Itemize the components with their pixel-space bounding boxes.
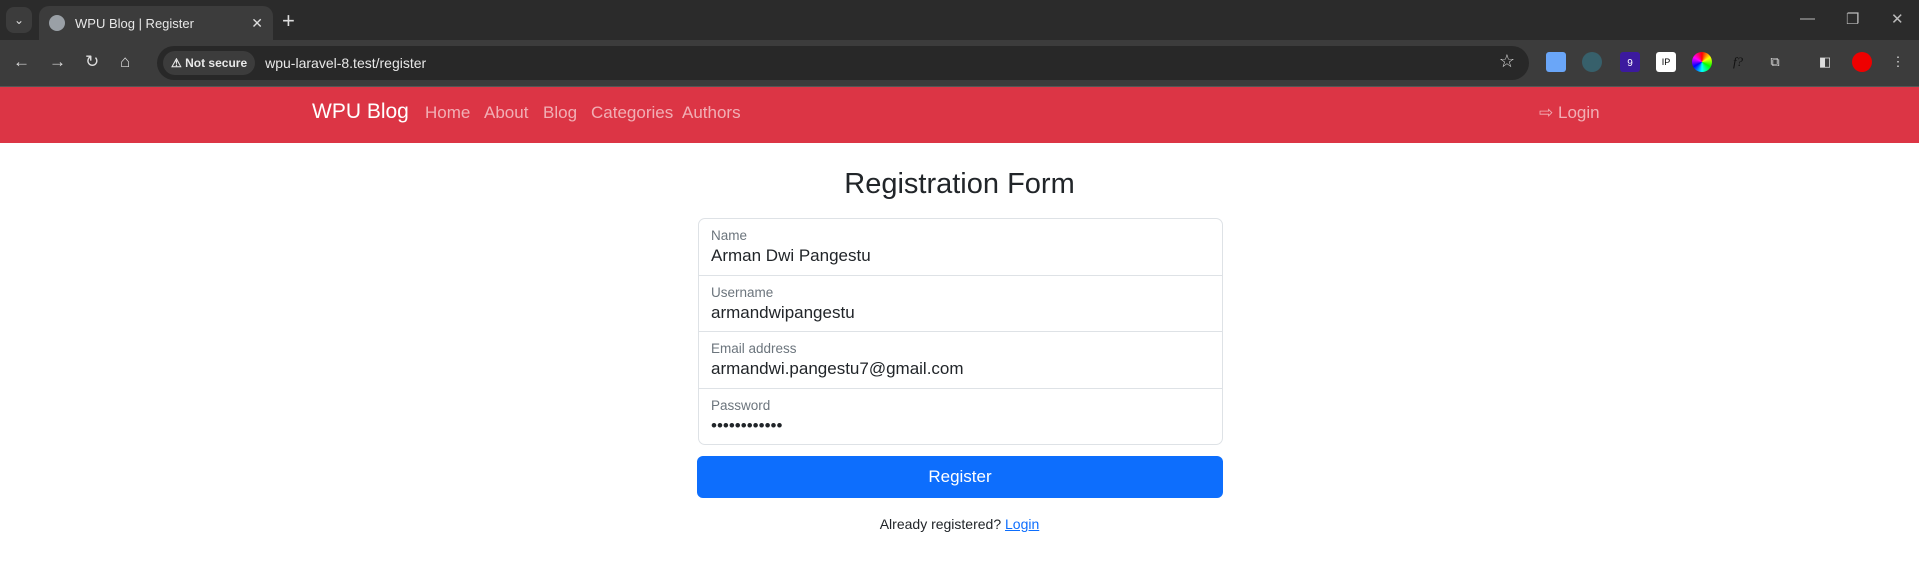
nav-home[interactable]: Home — [425, 103, 470, 123]
name-field[interactable]: Name Arman Dwi Pangestu — [699, 219, 1222, 276]
profile-avatar[interactable] — [1852, 52, 1872, 72]
password-input[interactable]: •••••••••••• — [711, 416, 1210, 436]
reload-icon[interactable]: ↻ — [85, 52, 99, 72]
login-prompt: Already registered? Login — [0, 516, 1919, 532]
login-link[interactable]: Login — [1005, 516, 1039, 532]
email-label: Email address — [711, 341, 797, 356]
security-label: Not secure — [185, 56, 248, 70]
browser-tab[interactable]: WPU Blog | Register ✕ — [39, 6, 273, 40]
close-tab-icon[interactable]: ✕ — [251, 15, 263, 32]
extension-color-wheel-icon[interactable] — [1692, 52, 1712, 72]
home-icon[interactable]: ⌂ — [120, 52, 130, 72]
name-label: Name — [711, 228, 748, 243]
username-field[interactable]: Username armandwipangestu — [699, 276, 1222, 332]
page-title: Registration Form — [844, 168, 1075, 200]
nav-categories[interactable]: Categories — [591, 103, 673, 123]
login-prompt-text: Already registered? — [879, 516, 1002, 532]
extension-ip-icon[interactable]: IP — [1656, 52, 1676, 72]
forward-icon[interactable]: → — [49, 52, 66, 72]
login-arrow-icon: ⇨ — [1539, 103, 1554, 122]
registration-form: Name Arman Dwi Pangestu Username armandwip… — [698, 218, 1223, 445]
extension-font-icon[interactable]: f? — [1728, 52, 1748, 72]
email-input[interactable]: armandwi.pangestu7@gmail.com — [711, 359, 1210, 379]
nav-authors[interactable]: Authors — [682, 103, 741, 123]
browser-toolbar: ← → ↻ ⌂ ⚠ Not secure wpu-laravel-8.test/… — [0, 40, 1919, 87]
extension-copy-icon[interactable] — [1546, 52, 1566, 72]
tab-search-chevron-icon[interactable]: ⌄ — [6, 7, 32, 33]
url-text[interactable]: wpu-laravel-8.test/register — [265, 55, 426, 71]
nav-about[interactable]: About — [484, 103, 528, 123]
close-window-icon[interactable]: ✕ — [1891, 10, 1904, 28]
side-panel-icon[interactable]: ◧ — [1815, 52, 1835, 72]
username-input[interactable]: armandwipangestu — [711, 303, 1210, 323]
nav-login-label: Login — [1557, 103, 1600, 122]
email-field[interactable]: Email address armandwi.pangestu7@gmail.co… — [699, 332, 1222, 389]
menu-kebab-icon[interactable]: ⋮ — [1888, 52, 1908, 72]
extensions-puzzle-icon[interactable]: ⧉ — [1765, 52, 1785, 72]
nav-login[interactable]: ⇨ Login — [1539, 103, 1600, 123]
nav-blog[interactable]: Blog — [543, 103, 577, 123]
extension-glasses-icon[interactable] — [1582, 52, 1602, 72]
site-navbar: WPU Blog Home About Blog Categories Auth… — [0, 87, 1919, 143]
tab-bar: ⌄ WPU Blog | Register ✕ + — ❐ ✕ — [0, 0, 1919, 40]
extension-badge: 9 — [1627, 58, 1633, 69]
not-secure-badge[interactable]: ⚠ Not secure — [163, 51, 256, 75]
extension-stack-icon[interactable]: 9 — [1620, 52, 1640, 72]
globe-icon — [49, 15, 65, 31]
restore-icon[interactable]: ❐ — [1846, 10, 1859, 28]
brand-link[interactable]: WPU Blog — [312, 100, 409, 124]
name-input[interactable]: Arman Dwi Pangestu — [711, 246, 1210, 266]
address-bar[interactable]: ⚠ Not secure wpu-laravel-8.test/register… — [157, 46, 1529, 80]
username-label: Username — [711, 284, 774, 300]
new-tab-icon[interactable]: + — [282, 8, 295, 34]
bookmark-star-icon[interactable]: ☆ — [1499, 51, 1515, 72]
minimize-icon[interactable]: — — [1800, 10, 1815, 27]
password-field[interactable]: Password •••••••••••• — [699, 389, 1222, 446]
register-button[interactable]: Register — [697, 456, 1223, 498]
back-icon[interactable]: ← — [13, 52, 30, 72]
tab-title: WPU Blog | Register — [75, 15, 194, 31]
password-label: Password — [711, 397, 771, 413]
